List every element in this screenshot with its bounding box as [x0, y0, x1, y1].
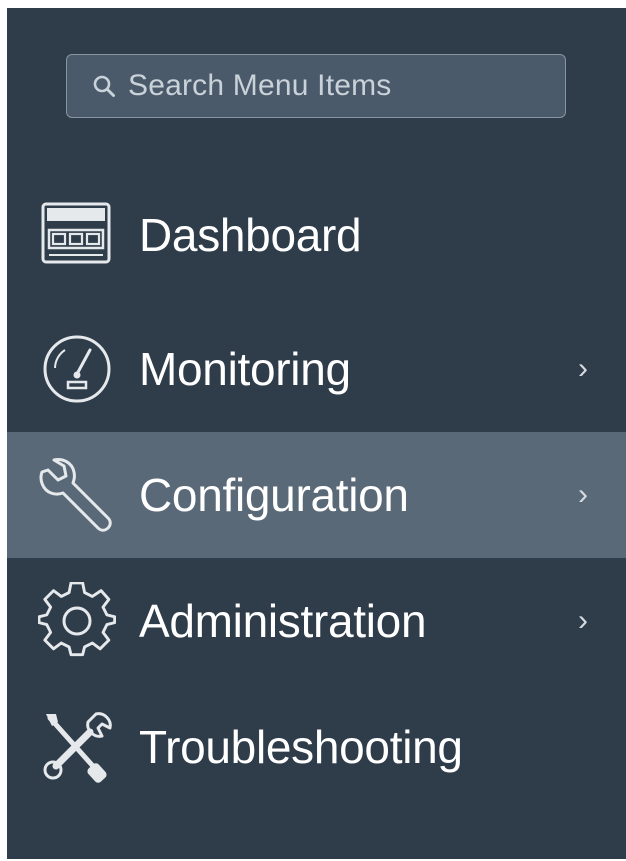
side-navigation-menu: Search Menu Items Dashboard Monitoring ›… — [7, 8, 626, 859]
screenshot-frame: Search Menu Items Dashboard Monitoring ›… — [0, 0, 626, 861]
menu-label-configuration: Configuration — [139, 469, 409, 521]
search-placeholder: Search Menu Items — [128, 69, 392, 102]
chevron-right-icon: › — [578, 352, 588, 385]
menu-item-configuration[interactable]: Configuration › — [7, 432, 626, 558]
menu-item-monitoring[interactable]: Monitoring › — [7, 306, 626, 432]
wrench-icon — [38, 456, 116, 534]
search-menu-input[interactable]: Search Menu Items — [66, 54, 566, 118]
dashboard-icon — [38, 196, 116, 274]
gear-icon — [37, 581, 117, 660]
search-icon — [92, 74, 116, 98]
chevron-right-icon: › — [578, 604, 588, 637]
gauge-icon — [38, 330, 116, 408]
menu-label-troubleshooting: Troubleshooting — [139, 721, 463, 773]
chevron-right-icon: › — [578, 478, 588, 511]
menu-label-administration: Administration — [139, 595, 427, 647]
menu-item-administration[interactable]: Administration › — [7, 558, 626, 684]
menu-item-troubleshooting[interactable]: Troubleshooting — [7, 684, 626, 810]
menu-label-monitoring: Monitoring — [139, 343, 351, 395]
menu-item-dashboard[interactable]: Dashboard — [7, 172, 626, 298]
tools-icon — [38, 708, 116, 786]
menu-label-dashboard: Dashboard — [139, 209, 362, 261]
